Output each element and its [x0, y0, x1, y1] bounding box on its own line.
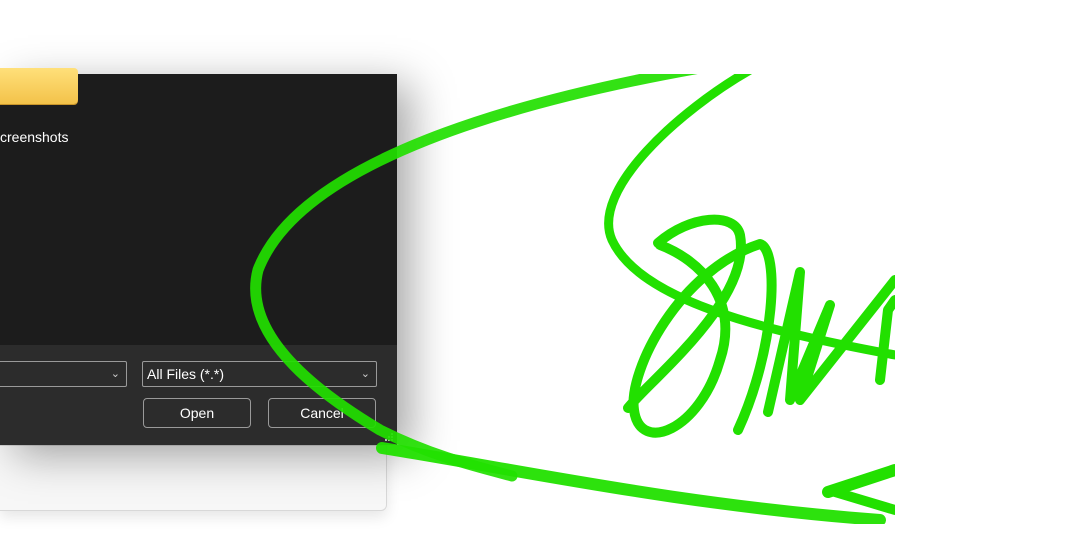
- open-button[interactable]: Open: [143, 398, 251, 428]
- file-type-select-value: All Files (*.*): [147, 366, 225, 382]
- dialog-footer: ⌄ All Files (*.*) ⌄ Open Cancel: [0, 345, 397, 445]
- folder-icon[interactable]: [0, 68, 78, 104]
- folder-label[interactable]: creenshots: [0, 129, 68, 145]
- resize-grip-icon[interactable]: [384, 432, 394, 442]
- chevron-down-icon: ⌄: [360, 368, 370, 380]
- file-name-select[interactable]: ⌄: [0, 361, 127, 387]
- chevron-down-icon: ⌄: [110, 368, 120, 380]
- file-type-select[interactable]: All Files (*.*) ⌄: [142, 361, 377, 387]
- cancel-button[interactable]: Cancel: [268, 398, 376, 428]
- file-open-dialog: creenshots ⌄ All Files (*.*) ⌄ Open Canc…: [0, 68, 397, 445]
- underlying-window-panel: [0, 445, 387, 511]
